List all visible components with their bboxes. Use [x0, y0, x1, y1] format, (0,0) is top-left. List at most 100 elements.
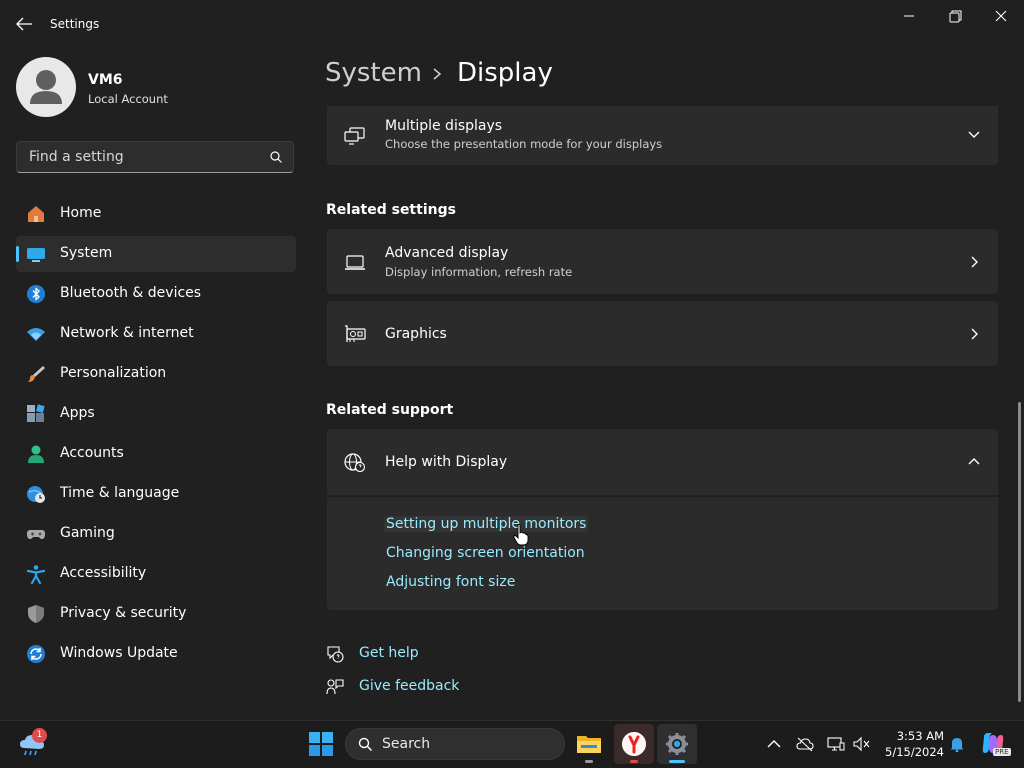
update-icon — [26, 644, 46, 664]
notification-badge: 1 — [32, 728, 47, 743]
chevron-up-icon[interactable] — [968, 456, 980, 468]
copilot-badge: PRE — [993, 748, 1011, 756]
chevron-right-icon — [430, 66, 444, 82]
sidebar-item-bluetooth[interactable]: Bluetooth & devices — [16, 276, 296, 312]
chevron-down-icon[interactable] — [968, 128, 980, 140]
page-title: Display — [457, 58, 553, 88]
gamepad-icon — [26, 524, 46, 544]
minimize-button[interactable] — [894, 8, 924, 26]
sidebar-item-privacy[interactable]: Privacy & security — [16, 596, 296, 632]
hand-cursor-icon — [513, 524, 529, 546]
cloud-offline-icon[interactable] — [796, 736, 814, 752]
chevron-up-icon[interactable] — [765, 736, 783, 752]
chevron-right-icon — [968, 256, 980, 268]
get-help-link[interactable]: Get help — [359, 645, 419, 661]
file-explorer-icon — [577, 733, 601, 755]
card-subtitle: Display information, refresh rate — [385, 265, 573, 279]
sidebar-item-label: Accounts — [60, 445, 124, 461]
clock-date[interactable]: 5/15/2024 — [874, 745, 944, 759]
sidebar-item-label: Accessibility — [60, 565, 147, 581]
settings-app-button[interactable] — [657, 724, 697, 764]
shield-icon — [26, 604, 46, 624]
help-link-font-size[interactable]: Adjusting font size — [386, 574, 515, 590]
restore-button[interactable] — [940, 8, 970, 26]
running-indicator — [630, 760, 638, 763]
window-title: Settings — [50, 17, 100, 31]
sidebar-item-label: Gaming — [60, 525, 115, 541]
clock-globe-icon — [26, 484, 46, 504]
help-link-multiple-monitors[interactable]: Setting up multiple monitors — [384, 516, 589, 532]
graphics-card-icon — [344, 324, 366, 344]
breadcrumb-parent[interactable]: System — [325, 58, 422, 88]
sidebar-item-home[interactable]: Home — [16, 196, 296, 232]
sidebar-item-windows-update[interactable]: Windows Update — [16, 636, 296, 672]
sidebar-item-time-language[interactable]: Time & language — [16, 476, 296, 512]
account-type: Local Account — [88, 92, 168, 106]
user-name: VM6 — [88, 72, 123, 88]
sidebar-item-network[interactable]: Network & internet — [16, 316, 296, 352]
give-feedback-icon — [326, 678, 344, 696]
sidebar-item-gaming[interactable]: Gaming — [16, 516, 296, 552]
running-indicator — [585, 760, 593, 763]
card-title: Advanced display — [385, 245, 509, 261]
related-settings-heading: Related settings — [326, 202, 456, 218]
volume-muted-icon[interactable] — [853, 736, 871, 752]
minimize-icon — [904, 15, 914, 17]
system-icon — [26, 244, 46, 264]
sidebar-item-label: Privacy & security — [60, 605, 187, 621]
avatar[interactable] — [16, 57, 76, 117]
selection-indicator — [16, 246, 19, 262]
sidebar-item-label: Time & language — [60, 485, 180, 501]
chevron-right-icon — [968, 328, 980, 340]
close-icon — [995, 10, 1007, 22]
card-title: Graphics — [385, 326, 447, 342]
card-title: Help with Display — [385, 454, 508, 470]
sidebar-item-label: Bluetooth & devices — [60, 285, 202, 301]
give-feedback-link[interactable]: Give feedback — [359, 678, 459, 694]
taskbar-search-label: Search — [382, 736, 431, 752]
restore-icon — [949, 10, 962, 23]
network-icon[interactable] — [827, 736, 845, 752]
clock-time[interactable]: 3:53 AM — [884, 729, 944, 743]
wifi-icon — [26, 324, 46, 344]
windows-start-icon[interactable] — [309, 732, 333, 756]
yandex-browser-icon — [620, 730, 648, 758]
card-title: Multiple displays — [385, 118, 503, 134]
settings-search[interactable] — [16, 141, 294, 173]
settings-gear-icon — [665, 732, 689, 756]
close-button[interactable] — [986, 8, 1016, 26]
sidebar-item-label: Home — [60, 205, 102, 221]
home-icon — [26, 204, 46, 224]
yandex-browser-button[interactable] — [614, 724, 654, 764]
globe-help-icon — [344, 452, 366, 472]
advanced-display-card[interactable]: Advanced display Display information, re… — [327, 229, 998, 294]
search-icon[interactable] — [269, 150, 283, 164]
accessibility-icon — [26, 564, 46, 584]
sidebar-item-label: Windows Update — [60, 645, 178, 661]
multiple-displays-card[interactable]: Multiple displays Choose the presentatio… — [327, 106, 998, 165]
help-with-display-header[interactable]: Help with Display — [327, 429, 998, 495]
help-links-panel: Setting up multiple monitors Changing sc… — [327, 496, 998, 610]
sidebar-item-accessibility[interactable]: Accessibility — [16, 556, 296, 592]
search-input[interactable] — [27, 148, 261, 166]
sidebar-item-system[interactable]: System — [16, 236, 296, 272]
bell-icon[interactable] — [948, 736, 966, 752]
multiple-displays-icon — [344, 126, 366, 146]
graphics-card[interactable]: Graphics — [327, 301, 998, 366]
sidebar-item-label: Network & internet — [60, 325, 194, 341]
back-button[interactable] — [14, 14, 36, 34]
user-avatar-icon — [30, 70, 62, 104]
sidebar-item-apps[interactable]: Apps — [16, 396, 296, 432]
help-link-screen-orientation[interactable]: Changing screen orientation — [386, 545, 585, 561]
laptop-icon — [344, 253, 366, 273]
brush-icon — [26, 364, 46, 384]
taskbar-search[interactable]: Search — [345, 728, 565, 760]
sidebar-item-accounts[interactable]: Accounts — [16, 436, 296, 472]
sidebar-item-personalization[interactable]: Personalization — [16, 356, 296, 392]
get-help-icon — [326, 645, 344, 663]
scrollbar-thumb[interactable] — [1018, 402, 1021, 702]
file-explorer-button[interactable] — [569, 724, 609, 764]
card-subtitle: Choose the presentation mode for your di… — [385, 137, 663, 151]
active-indicator — [669, 760, 685, 763]
sidebar-item-label: Apps — [60, 405, 95, 421]
